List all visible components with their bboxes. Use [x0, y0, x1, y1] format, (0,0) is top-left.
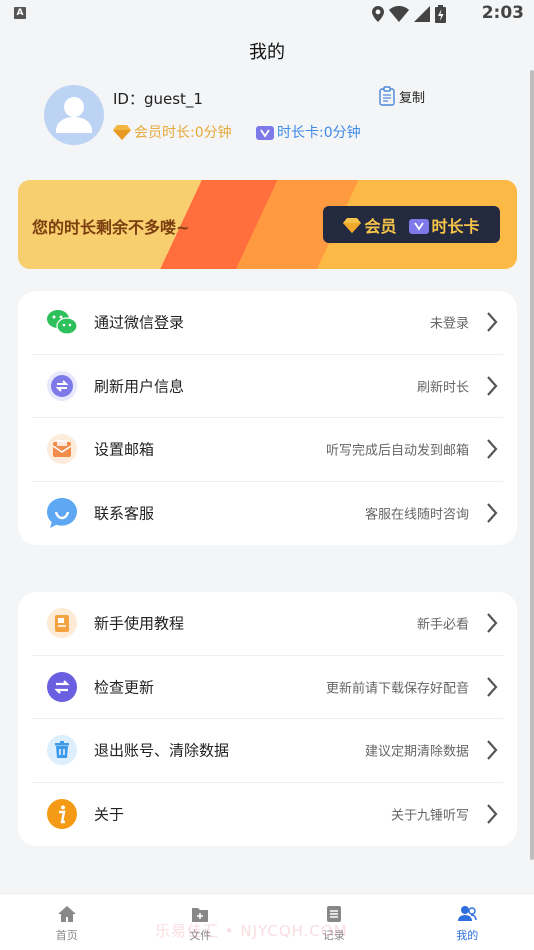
signal-icon	[414, 6, 430, 22]
row-label: 刷新用户信息	[94, 377, 185, 396]
watermark: 乐易佳汇 • NJYCQH.COM	[155, 922, 348, 940]
row-label: 通过微信登录	[94, 313, 185, 332]
card-duration: 时长卡:0分钟	[256, 122, 361, 142]
check-update-row[interactable]: 检查更新 更新前请下载保存好配音	[32, 656, 503, 719]
wechat-login-row[interactable]: 通过微信登录 未登录	[32, 291, 503, 355]
tutorial-row[interactable]: 新手使用教程 新手必看	[32, 592, 503, 656]
row-label: 新手使用教程	[94, 614, 185, 633]
chevron-right-icon	[487, 376, 498, 396]
account-menu-card: 通过微信登录 未登录 刷新用户信息 刷新时长 设置邮箱 听写完成后自动发到邮箱 …	[18, 291, 517, 545]
update-icon	[47, 671, 77, 702]
mail-icon	[47, 434, 77, 465]
about-row[interactable]: 关于 关于九锤听写	[32, 783, 503, 847]
time-card-icon	[256, 126, 274, 140]
row-label: 联系客服	[94, 504, 155, 523]
banner-text: 您的时长剩余不多喽~	[32, 218, 190, 237]
row-label: 退出账号、清除数据	[94, 741, 230, 760]
refresh-user-row[interactable]: 刷新用户信息 刷新时长	[32, 355, 503, 418]
time-card-icon	[408, 218, 429, 234]
row-hint: 听写完成后自动发到邮箱	[325, 443, 469, 459]
row-hint: 关于九锤听写	[390, 808, 469, 824]
home-icon	[57, 906, 76, 922]
status-bar: A 2:03	[0, 0, 534, 30]
app-menu-card: 新手使用教程 新手必看 检查更新 更新前请下载保存好配音 退出账号、清除数据 建…	[18, 592, 517, 846]
scrollbar[interactable]	[530, 70, 534, 860]
user-id: ID：guest_1	[113, 90, 203, 108]
diamond-icon	[113, 125, 131, 140]
contact-service-row[interactable]: 联系客服 客服在线随时咨询	[32, 482, 503, 546]
diamond-icon	[343, 217, 362, 233]
row-hint: 更新前请下载保存好配音	[325, 681, 469, 697]
row-hint: 建议定期清除数据	[364, 744, 469, 760]
default-avatar-icon	[56, 97, 92, 133]
refresh-icon	[47, 370, 77, 401]
tutorial-icon	[47, 608, 77, 639]
set-email-row[interactable]: 设置邮箱 听写完成后自动发到邮箱	[32, 418, 503, 482]
page-title: 我的	[249, 42, 285, 63]
clipboard-icon	[379, 86, 395, 106]
location-icon	[372, 6, 384, 22]
chevron-right-icon	[487, 740, 498, 760]
renewal-banner[interactable]: 您的时长剩余不多喽~ 会员 时长卡	[18, 180, 517, 269]
card-label: 时长卡	[431, 216, 480, 236]
wifi-icon	[389, 6, 409, 22]
customer-service-icon	[47, 498, 77, 529]
nav-home[interactable]: 首页	[0, 894, 134, 950]
chevron-right-icon	[487, 677, 498, 697]
chevron-right-icon	[487, 439, 498, 459]
trash-icon	[47, 735, 77, 766]
member-duration: 会员时长:0分钟	[113, 122, 232, 142]
wechat-icon	[47, 310, 78, 335]
chevron-right-icon	[487, 804, 498, 824]
row-label: 检查更新	[94, 678, 155, 697]
member-label: 会员	[364, 216, 397, 236]
chevron-right-icon	[487, 613, 498, 633]
copy-button[interactable]: 复制	[378, 86, 425, 106]
battery-icon	[435, 5, 446, 23]
chevron-right-icon	[487, 503, 498, 523]
avatar[interactable]	[44, 85, 104, 145]
row-hint: 新手必看	[416, 617, 469, 633]
clock: 2:03	[481, 3, 524, 23]
buy-button[interactable]: 会员 时长卡	[323, 206, 500, 243]
notification-a-icon: A	[14, 7, 26, 19]
copy-label: 复制	[399, 90, 426, 106]
chevron-right-icon	[487, 312, 498, 332]
user-icon	[458, 906, 477, 921]
logout-clear-row[interactable]: 退出账号、清除数据 建议定期清除数据	[32, 719, 503, 783]
row-hint: 刷新时长	[416, 380, 469, 396]
row-label: 关于	[94, 805, 125, 824]
row-hint: 未登录	[429, 316, 469, 332]
row-hint: 客服在线随时咨询	[364, 507, 469, 523]
row-label: 设置邮箱	[94, 440, 155, 459]
info-icon	[47, 799, 77, 830]
nav-mine[interactable]: 我的	[401, 894, 534, 950]
